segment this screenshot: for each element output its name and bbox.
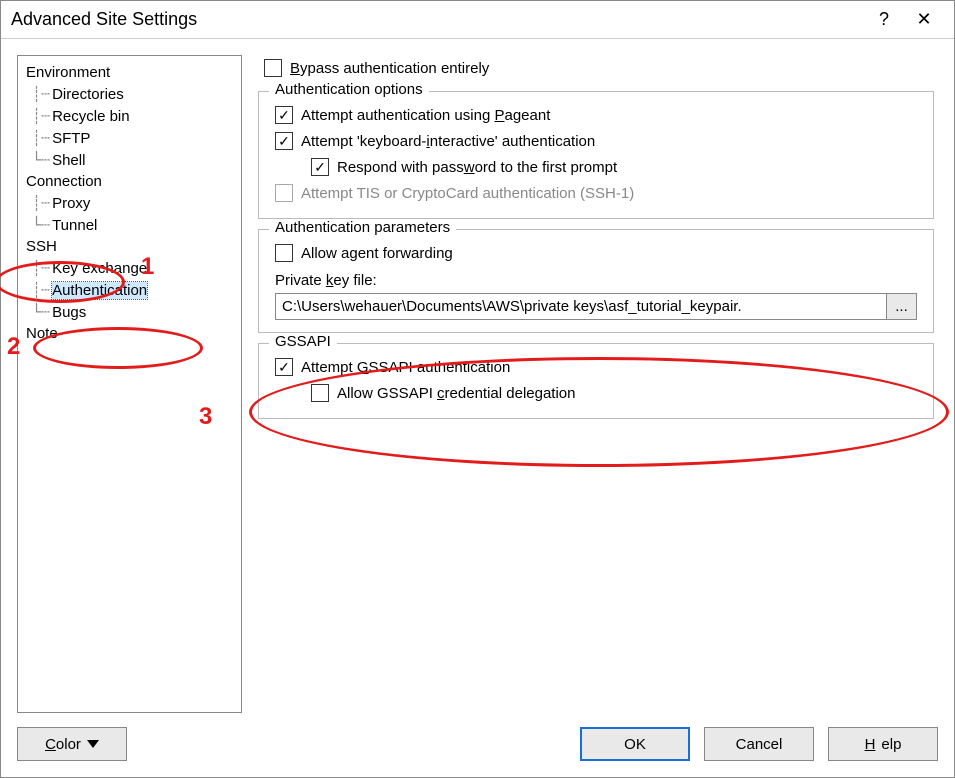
tree-item-sftp[interactable]: ┊┄SFTP (30, 127, 237, 149)
tree-group-environment[interactable]: Environment (22, 62, 237, 83)
gssapi-group: GSSAPI ✓ Attempt GSSAPI authentication A… (258, 343, 934, 419)
gssapi-attempt-row: ✓ Attempt GSSAPI authentication (269, 354, 923, 380)
sidebar-tree[interactable]: Environment ┊┄Directories ┊┄Recycle bin … (17, 55, 242, 713)
help-button[interactable]: Help (828, 727, 938, 761)
keyboard-interactive-row: ✓ Attempt 'keyboard-interactive' authent… (269, 128, 923, 154)
agent-forwarding-checkbox[interactable] (275, 244, 293, 262)
gssapi-legend: GSSAPI (269, 333, 337, 350)
tree-item-tunnel[interactable]: └┄Tunnel (30, 214, 237, 236)
private-key-file-row: C:\Users\wehauer\Documents\AWS\private k… (269, 293, 923, 320)
auth-params-group: Authentication parameters Allow agent fo… (258, 229, 934, 333)
cancel-button[interactable]: Cancel (704, 727, 814, 761)
titlebar: Advanced Site Settings ? ✕ (1, 1, 954, 39)
tree-item-directories[interactable]: ┊┄Directories (30, 83, 237, 105)
auth-options-legend: Authentication options (269, 81, 429, 98)
respond-password-label: Respond with password to the first promp… (337, 159, 617, 176)
pageant-label: Attempt authentication using Pageant (301, 107, 550, 124)
bypass-auth-checkbox[interactable] (264, 59, 282, 77)
bypass-auth-label: Bypass authentication entirely (290, 60, 489, 77)
auth-options-group: Authentication options ✓ Attempt authent… (258, 91, 934, 219)
keyboard-interactive-checkbox[interactable]: ✓ (275, 132, 293, 150)
private-key-label: Private key file: (269, 266, 923, 293)
tree-item-bugs[interactable]: └┄Bugs (30, 301, 237, 323)
ok-button[interactable]: OK (580, 727, 690, 761)
gssapi-delegate-checkbox[interactable] (311, 384, 329, 402)
tree-item-proxy[interactable]: ┊┄Proxy (30, 192, 237, 214)
browse-button[interactable]: ... (887, 293, 917, 320)
tree-item-authentication[interactable]: ┊┄Authentication (30, 279, 237, 301)
gssapi-attempt-checkbox[interactable]: ✓ (275, 358, 293, 376)
tree-group-ssh[interactable]: SSH (22, 236, 237, 257)
tree-group-connection[interactable]: Connection (22, 171, 237, 192)
close-icon[interactable]: ✕ (904, 9, 944, 30)
gssapi-attempt-label: Attempt GSSAPI authentication (301, 359, 510, 376)
main-panel: Bypass authentication entirely Authentic… (258, 55, 938, 713)
tis-row: Attempt TIS or CryptoCard authentication… (269, 180, 923, 206)
dialog-window: Advanced Site Settings ? ✕ Environment ┊… (0, 0, 955, 778)
window-title: Advanced Site Settings (11, 9, 864, 30)
tree-item-recycle-bin[interactable]: ┊┄Recycle bin (30, 105, 237, 127)
pageant-row: ✓ Attempt authentication using Pageant (269, 102, 923, 128)
keyboard-interactive-label: Attempt 'keyboard-interactive' authentic… (301, 133, 595, 150)
gssapi-delegate-row: Allow GSSAPI credential delegation (269, 380, 923, 406)
agent-forwarding-row: Allow agent forwarding (269, 240, 923, 266)
pageant-checkbox[interactable]: ✓ (275, 106, 293, 124)
tis-checkbox (275, 184, 293, 202)
private-key-input[interactable]: C:\Users\wehauer\Documents\AWS\private k… (275, 293, 887, 320)
color-button[interactable]: Color (17, 727, 127, 761)
tree-group-note[interactable]: Note (22, 323, 237, 344)
gssapi-delegate-label: Allow GSSAPI credential delegation (337, 385, 575, 402)
respond-password-row: ✓ Respond with password to the first pro… (269, 154, 923, 180)
help-icon[interactable]: ? (864, 9, 904, 30)
tree-item-shell[interactable]: └┄Shell (30, 149, 237, 171)
dialog-body: Environment ┊┄Directories ┊┄Recycle bin … (1, 39, 954, 713)
tree-item-key-exchange[interactable]: ┊┄Key exchange (30, 257, 237, 279)
chevron-down-icon (87, 740, 99, 748)
bypass-auth-row: Bypass authentication entirely (258, 55, 934, 81)
auth-params-legend: Authentication parameters (269, 219, 456, 236)
dialog-footer: Color OK Cancel Help (1, 713, 954, 777)
tis-label: Attempt TIS or CryptoCard authentication… (301, 185, 634, 202)
agent-forwarding-label: Allow agent forwarding (301, 245, 453, 262)
respond-password-checkbox[interactable]: ✓ (311, 158, 329, 176)
